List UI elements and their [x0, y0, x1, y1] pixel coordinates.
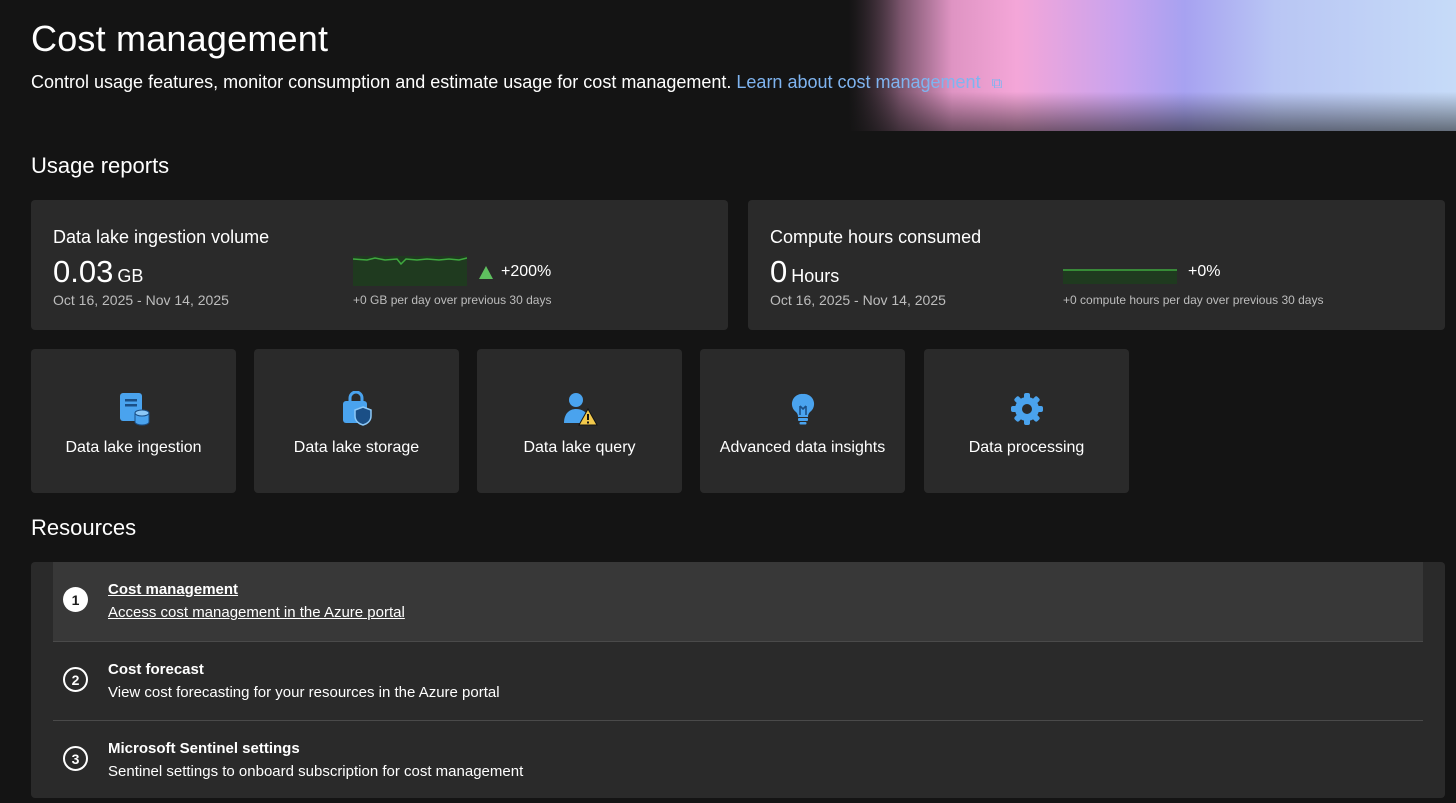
compute-sparkline — [1063, 269, 1177, 284]
trend-delta: +0% — [1188, 263, 1220, 281]
value-number: 0.03 — [53, 254, 114, 289]
step-number: 2 — [63, 667, 88, 692]
page-subtitle: Control usage features, monitor consumpt… — [31, 72, 1002, 93]
card-title: Compute hours consumed — [770, 227, 982, 247]
resource-item-cost-forecast[interactable]: 2 Cost forecast View cost forecasting fo… — [53, 641, 1423, 720]
trend-footnote: +0 compute hours per day over previous 3… — [1063, 293, 1324, 307]
tile-label: Data lake storage — [293, 439, 420, 456]
ingestion-sparkline — [353, 256, 467, 286]
value-unit: GB — [117, 266, 144, 286]
cost-management-page: Cost management Control usage features, … — [0, 0, 1456, 803]
tile-data-processing[interactable]: Data processing — [924, 349, 1129, 493]
resources-heading: Resources — [31, 515, 137, 540]
delta-value: +200% — [501, 263, 552, 280]
person-warning-icon — [563, 393, 598, 426]
subtitle-text: Control usage features, monitor consumpt… — [31, 72, 732, 92]
card-title: Data lake ingestion volume — [53, 227, 270, 247]
external-link-icon[interactable]: ⧉ — [992, 75, 1003, 92]
delta-value: +0% — [1188, 263, 1221, 280]
tile-data-lake-storage[interactable]: Data lake storage — [254, 349, 459, 493]
resource-description[interactable]: Sentinel settings to onboard subscriptio… — [108, 763, 523, 780]
resource-description[interactable]: Access cost management in the Azure port… — [108, 604, 405, 621]
resource-title[interactable]: Microsoft Sentinel settings — [108, 740, 300, 757]
trend-footnote: +0 GB per day over previous 30 days — [353, 293, 552, 307]
tile-data-lake-ingestion[interactable]: Data lake ingestion — [31, 349, 236, 493]
shield-lock-bag-icon — [342, 391, 372, 426]
usage-reports-heading: Usage reports — [31, 153, 170, 178]
trend-up-icon — [479, 265, 493, 279]
card-value: 0.03 GB — [53, 254, 143, 290]
value-unit: Hours — [791, 266, 840, 286]
step-number: 3 — [63, 746, 88, 771]
resource-title[interactable]: Cost management — [108, 581, 238, 598]
resource-item-sentinel-settings[interactable]: 3 Microsoft Sentinel settings Sentinel s… — [53, 720, 1423, 799]
page-title: Cost management — [31, 18, 329, 59]
tile-label: Data lake query — [523, 439, 636, 456]
tile-advanced-data-insights[interactable]: Advanced data insights — [700, 349, 905, 493]
tile-data-lake-query[interactable]: Data lake query — [477, 349, 682, 493]
tile-label: Data lake ingestion — [65, 439, 202, 456]
resource-item-cost-management[interactable]: 1 Cost management Access cost management… — [53, 562, 1423, 641]
compute-hours-card[interactable]: Compute hours consumed 0 Hours Oct 16, 20… — [748, 200, 1445, 330]
resources-list: 1 Cost management Access cost management… — [31, 562, 1445, 798]
step-number: 1 — [63, 587, 88, 612]
gear-icon — [1010, 393, 1043, 425]
learn-more-link[interactable]: Learn about cost management — [736, 72, 980, 92]
value-number: 0 — [770, 254, 788, 289]
ingestion-volume-card[interactable]: Data lake ingestion volume 0.03 GB Oct 16… — [31, 200, 728, 330]
date-range: Oct 16, 2025 - Nov 14, 2025 — [53, 292, 229, 308]
tile-label: Advanced data insights — [719, 439, 886, 456]
resource-title[interactable]: Cost forecast — [108, 661, 204, 678]
trend-delta: +200% — [479, 263, 551, 281]
header-banner-art — [810, 0, 1456, 131]
tile-label: Data processing — [968, 439, 1085, 456]
card-value: 0 Hours — [770, 254, 839, 290]
resource-description[interactable]: View cost forecasting for your resources… — [108, 684, 500, 701]
database-document-icon — [119, 393, 149, 426]
lightbulb-icon — [791, 393, 814, 425]
date-range: Oct 16, 2025 - Nov 14, 2025 — [770, 292, 946, 308]
